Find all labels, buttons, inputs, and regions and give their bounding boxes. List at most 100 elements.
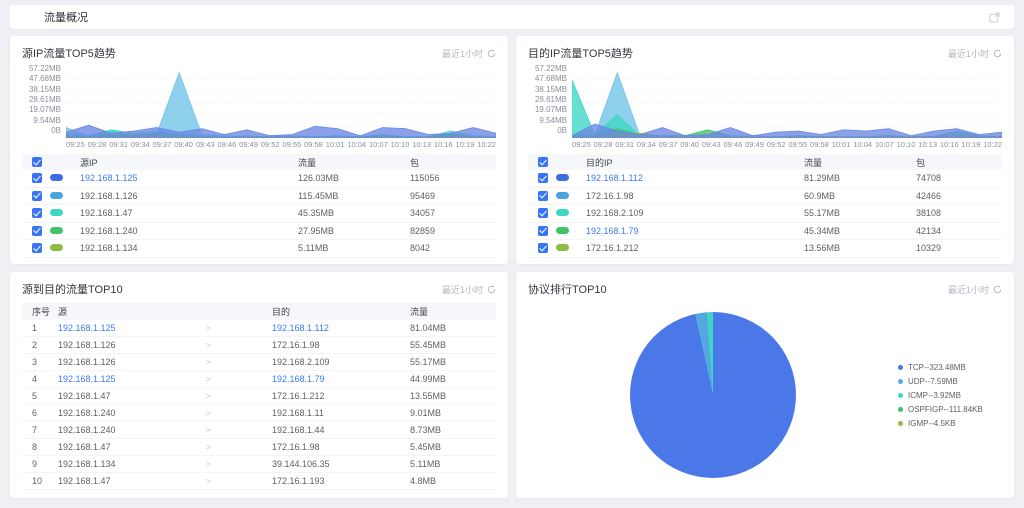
row-checkbox[interactable]: [32, 208, 42, 219]
y-tick: 9.54MB: [539, 115, 567, 125]
traffic-value: 44.99MB: [410, 374, 447, 384]
time-range-selector[interactable]: 最近1小时: [442, 283, 496, 296]
legend-item-UDP[interactable]: UDP--7.59MB: [898, 374, 1000, 388]
table-row: 7 192.168.1.240 >192.168.1.44 8.73MB: [22, 422, 496, 439]
panel-protocol-top10: 协议排行TOP10 最近1小时 TCP--323.48MB UDP--7.59MB…: [516, 272, 1014, 498]
x-tick: 10:22: [983, 140, 1002, 149]
x-tick: 09:25: [572, 140, 591, 149]
panel-title: 协议排行TOP10: [528, 284, 607, 296]
refresh-icon[interactable]: [993, 49, 1002, 58]
time-range-selector[interactable]: 最近1小时: [948, 47, 1002, 60]
dest-ip-area-chart: 57.22MB 47.68MB 38.15MB 28.61MB 19.07MB 9.54M…: [528, 65, 1002, 149]
packets-value: 42134: [916, 225, 942, 236]
refresh-icon[interactable]: [487, 285, 496, 294]
row-checkbox[interactable]: [538, 225, 548, 236]
ip-address[interactable]: 192.168.1.79: [586, 226, 804, 236]
time-range-selector[interactable]: 最近1小时: [948, 283, 1002, 296]
traffic-value: 8.73MB: [410, 425, 442, 435]
y-tick: 19.07MB: [28, 105, 61, 115]
legend-label: TCP--323.48MB: [908, 362, 966, 372]
x-tick: 10:22: [477, 140, 496, 149]
row-index: 6: [32, 408, 38, 418]
x-tick: 10:10: [896, 140, 916, 149]
y-tick: 57.22MB: [28, 64, 61, 73]
dashboard-grid: 源IP流量TOP5趋势 最近1小时 57.22MB 47.68MB 38.15MB 2…: [10, 36, 1014, 498]
row-checkbox[interactable]: [538, 190, 548, 201]
col-header-src: 源: [58, 307, 68, 317]
source-ip: 192.168.1.47: [58, 476, 111, 486]
x-tick: 10:19: [961, 140, 981, 149]
legend-item-TCP[interactable]: TCP--323.48MB: [898, 360, 1000, 374]
x-tick: 10:01: [325, 140, 345, 149]
packets-value: 42466: [916, 190, 942, 201]
row-checkbox[interactable]: [538, 243, 548, 254]
refresh-icon[interactable]: [993, 285, 1002, 294]
legend-item-ICMP[interactable]: ICMP--3.92MB: [898, 388, 1000, 402]
source-ip[interactable]: 192.168.1.125: [58, 374, 206, 384]
col-header-ip: 目的IP: [586, 157, 613, 168]
expand-icon[interactable]: [989, 11, 1000, 23]
select-all-checkbox[interactable]: [32, 157, 42, 167]
time-range-label: 最近1小时: [441, 284, 483, 295]
legend-item-IGMP[interactable]: IGMP--4.5KB: [898, 416, 1000, 430]
ip-address: 192.168.1.240: [80, 225, 138, 236]
panel-src-dst-top10: 源到目的流量TOP10 最近1小时 序号源目的 流量 1 192.168.1.125 >…: [10, 272, 508, 498]
time-range-selector[interactable]: 最近1小时: [442, 47, 496, 60]
x-tick: 09:40: [680, 140, 699, 149]
source-ip: 192.168.1.126: [58, 357, 116, 367]
traffic-value: 55.17MB: [410, 357, 447, 367]
flow-arrow-icon: >: [206, 425, 211, 435]
x-tick: 09:49: [745, 140, 764, 149]
traffic-value: 60.9MB: [804, 190, 836, 201]
legend-item-OSPFIGP[interactable]: OSPFIGP--111.84KB: [898, 402, 1000, 416]
flow-arrow-icon: >: [206, 408, 211, 418]
row-checkbox[interactable]: [32, 190, 42, 201]
panel-title: 目的IP流量TOP5趋势: [528, 48, 633, 60]
x-tick: 09:34: [636, 140, 656, 149]
dest-ip[interactable]: 192.168.1.112: [272, 323, 410, 333]
x-tick: 10:16: [939, 140, 959, 149]
row-checkbox[interactable]: [32, 173, 42, 184]
panel-source-ip-trend: 源IP流量TOP5趋势 最近1小时 57.22MB 47.68MB 38.15MB 2…: [10, 36, 508, 264]
x-tick: 09:46: [217, 140, 237, 149]
x-tick: 09:52: [766, 140, 786, 149]
x-tick: 09:34: [130, 140, 150, 149]
select-all-checkbox[interactable]: [538, 157, 548, 167]
table-row: 192.168.1.240 27.95MB 82859: [22, 223, 496, 240]
table-row: 5 192.168.1.47 >172.16.1.212 13.55MB: [22, 388, 496, 405]
traffic-value: 55.17MB: [804, 208, 841, 219]
traffic-value: 4.8MB: [410, 476, 437, 486]
x-tick: 10:10: [390, 140, 410, 149]
packets-value: 10329: [916, 243, 942, 254]
col-header-packets: 包: [410, 157, 420, 168]
row-index: 4: [32, 374, 38, 384]
panel-dest-ip-trend: 目的IP流量TOP5趋势 最近1小时 57.22MB 47.68MB 38.15MB…: [516, 36, 1014, 264]
row-checkbox[interactable]: [538, 173, 548, 184]
row-index: 3: [32, 357, 38, 367]
row-checkbox[interactable]: [32, 225, 42, 236]
legend-dot: [898, 364, 903, 370]
row-index: 8: [32, 442, 38, 452]
dest-ip: 192.168.1.11: [272, 408, 324, 418]
source-ip: 192.168.1.240: [58, 425, 116, 435]
ip-address[interactable]: 192.168.1.112: [586, 173, 804, 183]
dest-ip: 172.16.1.98: [272, 442, 320, 452]
row-checkbox[interactable]: [32, 243, 42, 254]
packets-value: 34057: [410, 208, 436, 219]
dest-ip[interactable]: 192.168.1.79: [272, 374, 410, 384]
col-header-traffic: 流量: [410, 307, 429, 317]
row-checkbox[interactable]: [538, 208, 548, 219]
legend-label: ICMP--3.92MB: [908, 390, 961, 400]
traffic-value: 81.29MB: [804, 173, 841, 184]
legend-label: OSPFIGP--111.84KB: [908, 404, 983, 414]
table-header-row: 目的IP 流量 包: [528, 154, 1002, 170]
col-header-index: 序号: [32, 307, 51, 317]
pie-circle[interactable]: [630, 312, 796, 478]
x-tick: 09:37: [152, 140, 172, 149]
dest-ip: 172.16.1.212: [272, 391, 325, 401]
refresh-icon[interactable]: [487, 49, 496, 58]
source-ip[interactable]: 192.168.1.125: [58, 323, 206, 333]
dest-ip: 192.168.1.44: [272, 425, 325, 435]
x-tick: 09:31: [615, 140, 635, 149]
ip-address[interactable]: 192.168.1.125: [80, 173, 298, 183]
